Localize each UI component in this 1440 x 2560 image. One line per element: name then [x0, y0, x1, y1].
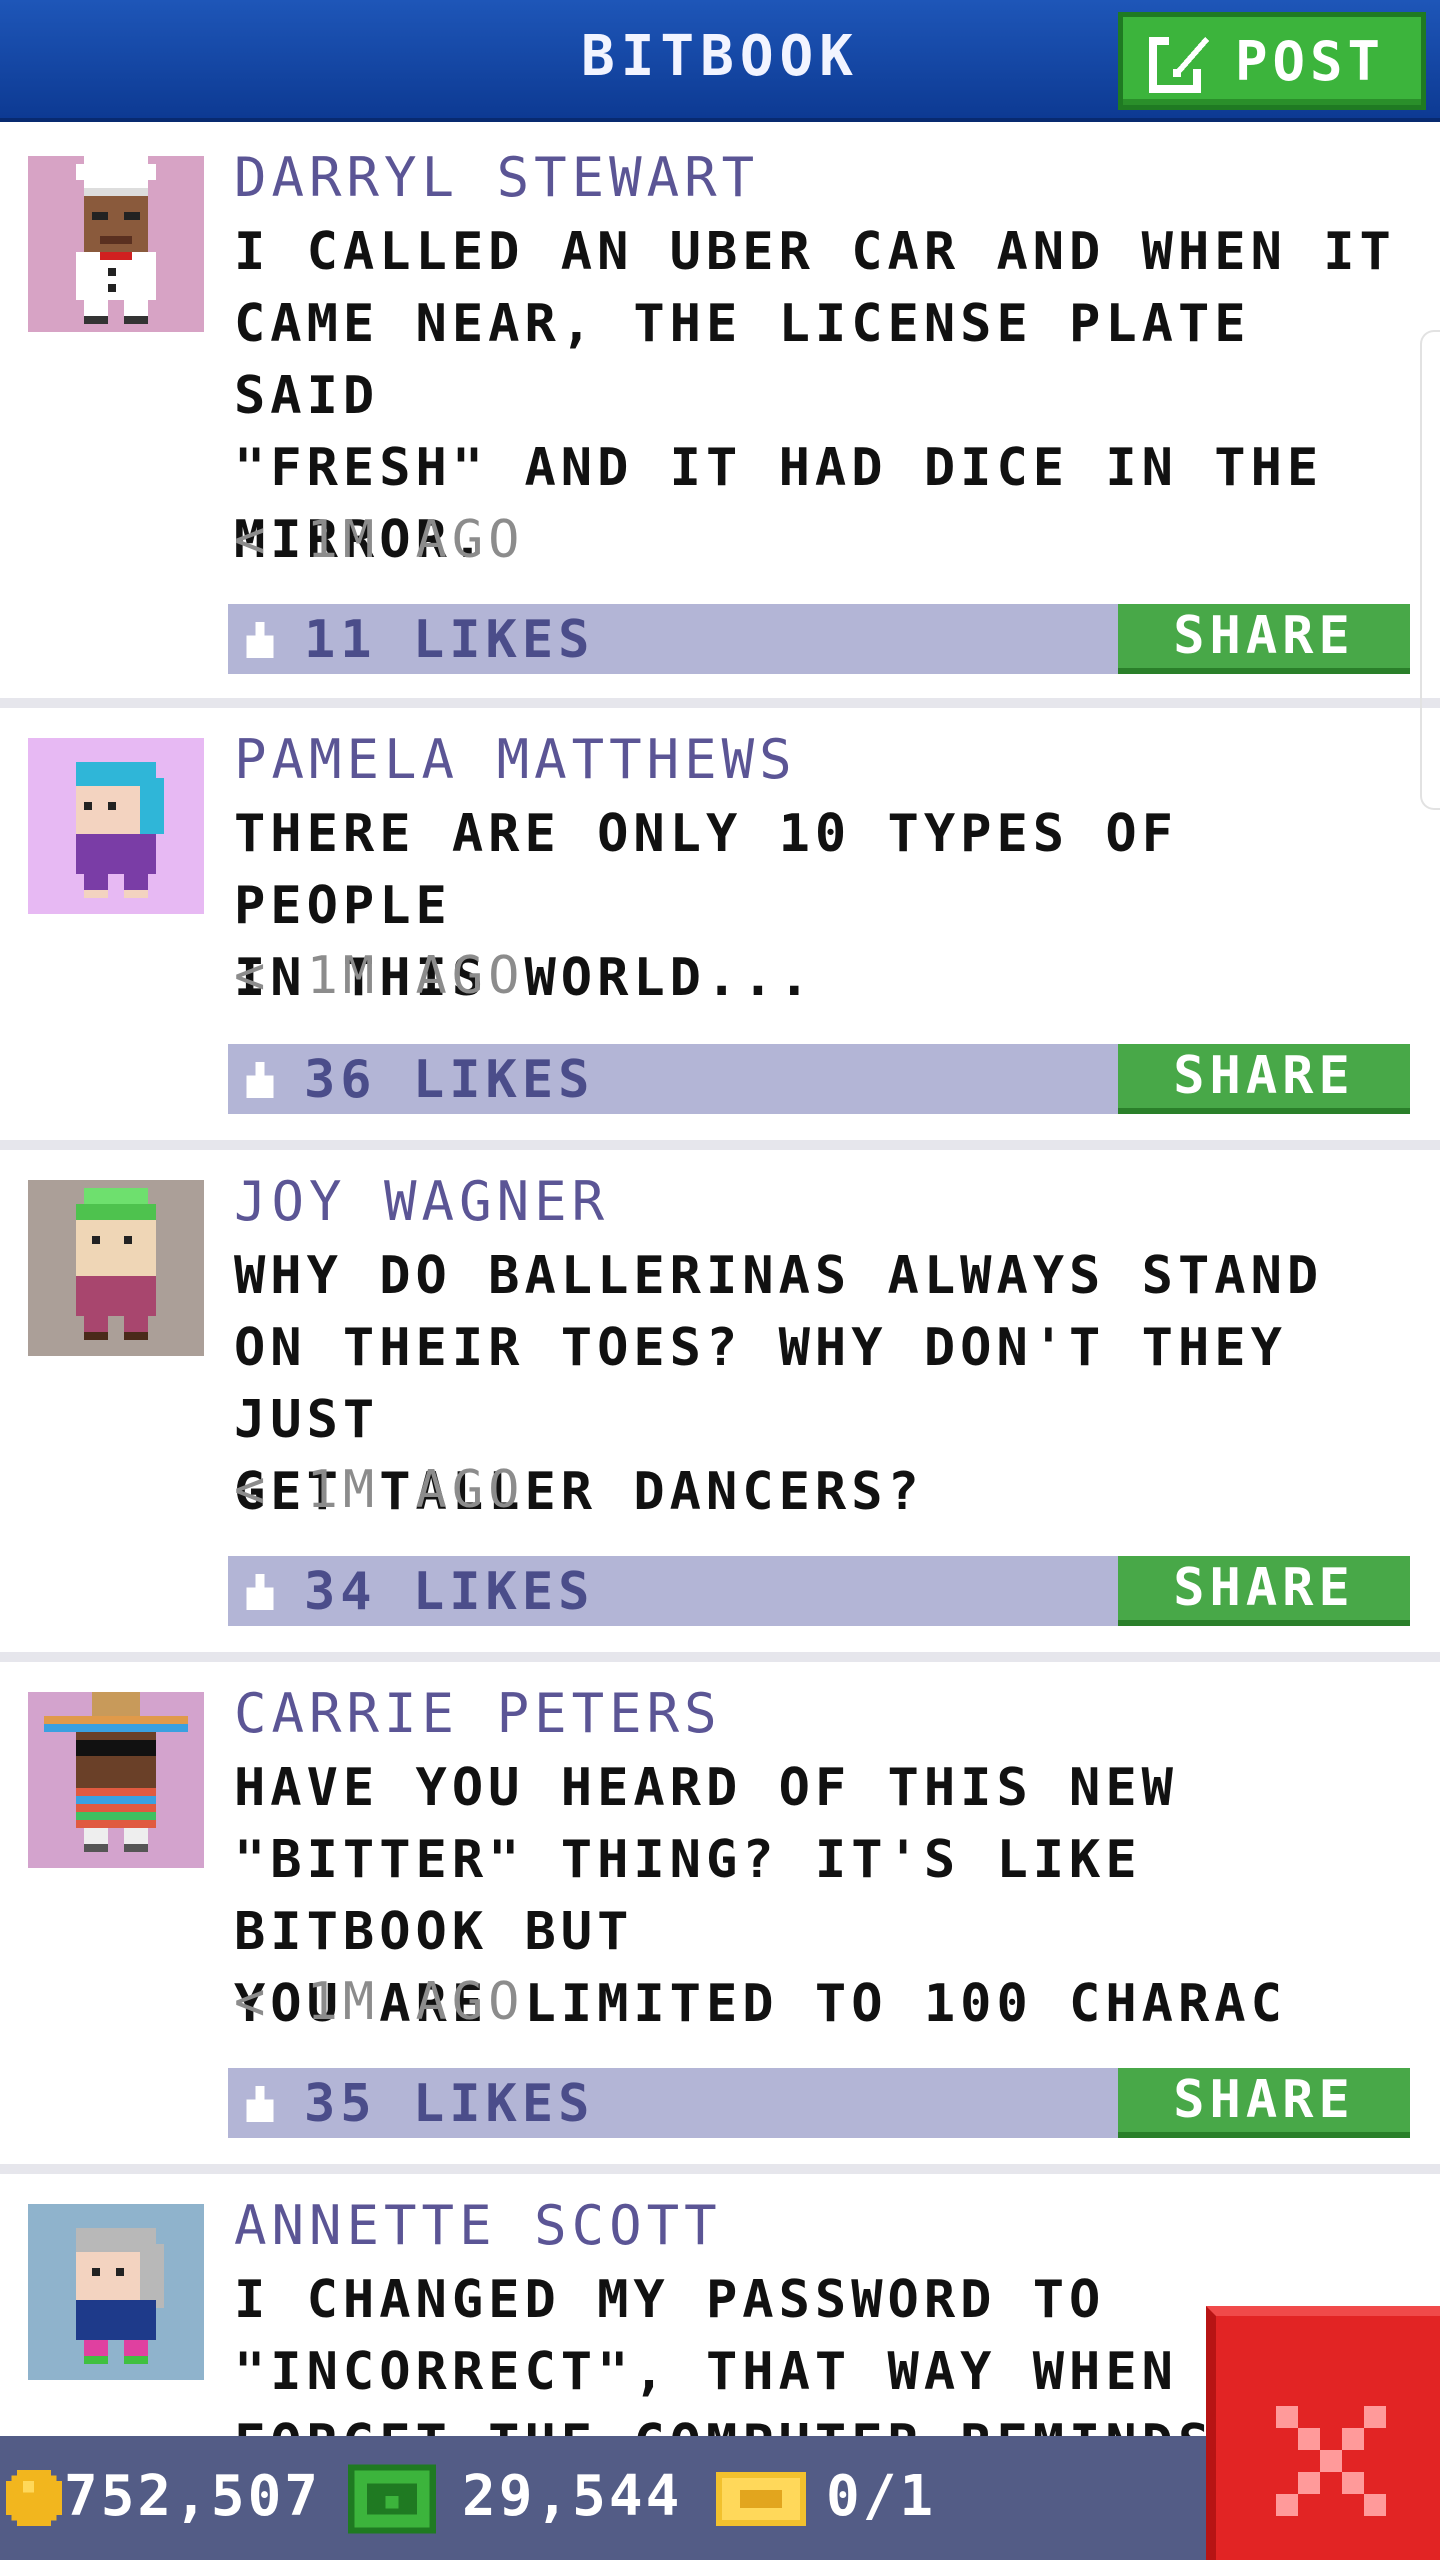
coin-icon: [6, 2470, 62, 2526]
thumbs-up-icon[interactable]: [242, 2086, 278, 2122]
feed-post: JOY WAGNER WHY DO BALLERINAS ALWAYS STAN…: [0, 1150, 1440, 1662]
share-button[interactable]: SHARE: [1118, 1044, 1410, 1114]
bitbux-icon[interactable]: [348, 2464, 436, 2534]
feed-post: PAMELA MATTHEWS THERE ARE ONLY 10 TYPES …: [0, 708, 1440, 1150]
post-button-label: POST: [1235, 29, 1386, 93]
bux-count: 29,544: [462, 2464, 683, 2529]
post-time: < 1M AGO: [234, 1972, 525, 2032]
feed-post: CARRIE PETERS HAVE YOU HEARD OF THIS NEW…: [0, 1662, 1440, 2174]
likes-count: 36 LIKES: [304, 1050, 595, 1110]
avatar[interactable]: [28, 2204, 204, 2380]
avatar[interactable]: [28, 156, 204, 332]
gray-hair-avatar-icon: [28, 2204, 204, 2380]
green-hat-avatar-icon: [28, 1180, 204, 1356]
avatar[interactable]: [28, 1180, 204, 1356]
compose-icon: [1149, 33, 1209, 93]
post-author[interactable]: PAMELA MATTHEWS: [234, 728, 797, 791]
thumbs-up-icon[interactable]: [242, 622, 278, 658]
likes-count: 35 LIKES: [304, 2074, 595, 2134]
post-author[interactable]: ANNETTE SCOTT: [234, 2194, 722, 2257]
share-button[interactable]: SHARE: [1118, 1556, 1410, 1626]
thumbs-up-icon[interactable]: [242, 1574, 278, 1610]
avatar[interactable]: [28, 738, 204, 914]
thumbs-up-icon[interactable]: [242, 1062, 278, 1098]
blue-hair-avatar-icon: [28, 738, 204, 914]
post-time: < 1M AGO: [234, 946, 525, 1006]
share-button[interactable]: SHARE: [1118, 604, 1410, 674]
coins-count: 752,507: [64, 2464, 322, 2529]
likes-count: 11 LIKES: [304, 610, 595, 670]
chef-avatar-icon: [28, 156, 204, 332]
close-icon: [1276, 2406, 1386, 2516]
post-button[interactable]: POST: [1118, 12, 1426, 110]
app-header: BITBOOK POST: [0, 0, 1440, 122]
share-button[interactable]: SHARE: [1118, 2068, 1410, 2138]
post-author[interactable]: JOY WAGNER: [234, 1170, 609, 1233]
avatar[interactable]: [28, 1692, 204, 1868]
likes-count: 34 LIKES: [304, 1562, 595, 1622]
feed-post: DARRYL STEWART I CALLED AN UBER CAR AND …: [0, 126, 1440, 708]
sombrero-avatar-icon: [28, 1692, 204, 1868]
scroll-indicator[interactable]: [1420, 330, 1440, 810]
feed-list[interactable]: DARRYL STEWART I CALLED AN UBER CAR AND …: [0, 126, 1440, 2560]
post-time: < 1M AGO: [234, 1460, 525, 1520]
close-button[interactable]: [1206, 2306, 1440, 2560]
ticket-icon[interactable]: [716, 2472, 806, 2526]
post-time: < 1M AGO: [234, 510, 525, 570]
post-author[interactable]: CARRIE PETERS: [234, 1682, 722, 1745]
post-author[interactable]: DARRYL STEWART: [234, 146, 759, 209]
tickets-count: 0/1: [826, 2464, 937, 2529]
